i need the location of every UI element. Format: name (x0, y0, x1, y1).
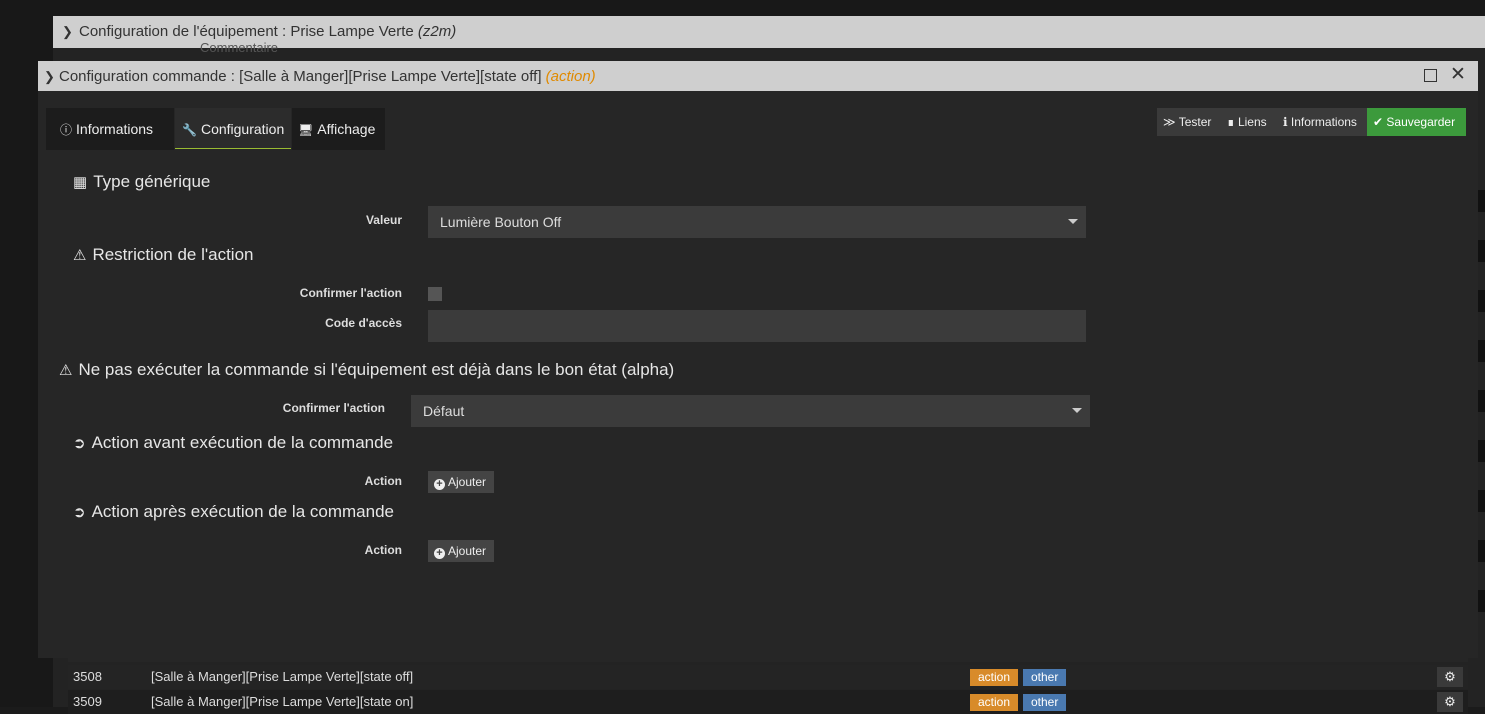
command-toolbar: ≫ Tester ∎ Liens ℹ Informations ✔ Sauveg… (1157, 108, 1466, 136)
wrench-icon: 🔧 (182, 123, 197, 137)
tab-label: Configuration (200, 121, 285, 137)
section-title-text: Action avant exécution de la commande (91, 433, 394, 452)
section-title-text: Ne pas exécuter la commande si l'équipem… (78, 360, 675, 379)
add-label: Ajouter (448, 475, 487, 489)
tab-affichage[interactable]: 🖥 Affichage (292, 108, 385, 150)
confirm-action-label: Confirmer l'action (299, 286, 402, 300)
scroll-marker (1478, 240, 1485, 262)
tab-configuration[interactable]: 🔧 Configuration (175, 108, 291, 149)
section-title-text: Type générique (93, 172, 211, 191)
section-generic-type: ▦ Type générique (73, 172, 210, 192)
plus-circle-icon: + (434, 479, 445, 490)
info-circle-icon: ⓘ (60, 123, 73, 137)
close-icon: ✕ (1450, 64, 1466, 85)
equipment-title-text: Configuration de l'équipement : Prise La… (79, 23, 418, 40)
section-action-after: ➲ Action après exécution de la commande (73, 502, 394, 522)
tab-label: Informations (76, 121, 154, 137)
generic-type-select[interactable]: Lumière Bouton Off (428, 206, 1086, 238)
add-action-after-button[interactable]: + Ajouter (428, 540, 494, 562)
action-after-label: Action (364, 543, 402, 557)
confirm-action-label-2: Confirmer l'action (282, 401, 385, 415)
section-title-text: Action après exécution de la commande (91, 502, 394, 521)
plus-circle-icon: + (434, 548, 445, 559)
maximize-button[interactable] (1422, 67, 1438, 83)
subtype-badge: other (1023, 694, 1067, 711)
close-button[interactable]: ✕ (1450, 64, 1466, 85)
equipment-title-tag: (z2m) (417, 23, 457, 40)
informations-button[interactable]: ℹ Informations (1277, 108, 1367, 136)
chevron-right-icon: ❯ (62, 24, 73, 39)
chevron-right-icon: ❯ (44, 69, 55, 84)
subtype-badge: other (1023, 669, 1067, 686)
action-before-label: Action (364, 474, 402, 488)
save-label: Sauvegarder (1386, 115, 1456, 129)
gears-icon[interactable]: ⚙ (1437, 667, 1463, 687)
warning-icon: ⚠ (59, 362, 73, 379)
scroll-marker (1478, 440, 1485, 462)
section-restriction: ⚠ Restriction de l'action (73, 245, 254, 265)
table-row[interactable]: 3508 [Salle à Manger][Prise Lampe Verte]… (68, 665, 1468, 689)
command-title-text: Configuration commande : [Salle à Manger… (59, 68, 546, 85)
section-title-text: Restriction de l'action (92, 245, 254, 264)
tab-label: Affichage (317, 121, 376, 137)
section-already-state: ⚠ Ne pas exécuter la commande si l'équipe… (59, 360, 674, 380)
row-id: 3508 (73, 669, 102, 684)
confirm-action-checkbox[interactable] (428, 287, 442, 301)
add-action-before-button[interactable]: + Ajouter (428, 471, 494, 493)
row-name: [Salle à Manger][Prise Lampe Verte][stat… (151, 694, 414, 709)
warning-icon: ⚠ (73, 247, 87, 264)
select-value: Défaut (423, 403, 465, 419)
tester-button[interactable]: ≫ Tester (1157, 108, 1221, 136)
desktop-icon: 🖥 (298, 123, 314, 137)
rss-icon: ≫ (1163, 115, 1179, 129)
gears-icon[interactable]: ⚙ (1437, 692, 1463, 712)
row-id: 3509 (73, 694, 102, 709)
ghost-comment-label: Commentaire (200, 40, 279, 55)
row-name: [Salle à Manger][Prise Lampe Verte][stat… (151, 669, 414, 684)
scroll-marker (1478, 590, 1485, 612)
scroll-marker (1478, 540, 1485, 562)
access-code-input[interactable] (428, 310, 1086, 342)
type-badge: action (970, 694, 1019, 711)
caret-down-icon (1072, 408, 1082, 413)
scroll-marker (1478, 490, 1485, 512)
scroll-marker (1478, 290, 1485, 312)
command-dialog-title[interactable]: ❯ Configuration commande : [Salle à Mang… (38, 61, 1478, 91)
access-code-label: Code d'accès (325, 316, 402, 330)
tab-informations[interactable]: ⓘ Informations (46, 108, 174, 150)
sign-out-icon: ➲ (73, 504, 86, 521)
caret-down-icon (1068, 219, 1078, 224)
command-config-dialog: ❯ Configuration commande : [Salle à Mang… (38, 61, 1478, 658)
building-icon: ▦ (73, 174, 88, 191)
scroll-marker (1478, 340, 1485, 362)
section-action-before: ➲ Action avant exécution de la commande (73, 433, 393, 453)
add-label: Ajouter (448, 544, 487, 558)
save-button[interactable]: ✔ Sauvegarder (1367, 108, 1466, 136)
check-circle-icon: ✔ (1373, 115, 1387, 129)
informations-label: Informations (1290, 115, 1357, 129)
liens-button[interactable]: ∎ Liens (1221, 108, 1277, 136)
command-title-tag: (action) (545, 68, 596, 85)
maximize-icon (1423, 69, 1437, 82)
table-row[interactable]: 3509 [Salle à Manger][Prise Lampe Verte]… (68, 690, 1468, 714)
valeur-label: Valeur (365, 213, 402, 227)
info-icon: ℹ (1283, 115, 1291, 129)
scroll-marker (1478, 390, 1485, 412)
already-state-select[interactable]: Défaut (411, 395, 1090, 427)
liens-label: Liens (1237, 115, 1267, 129)
type-badge: action (970, 669, 1019, 686)
tester-label: Tester (1178, 115, 1212, 129)
select-value: Lumière Bouton Off (440, 214, 562, 230)
link-icon: ∎ (1227, 115, 1238, 129)
scroll-marker (1478, 190, 1485, 212)
sign-out-icon: ➲ (73, 435, 86, 452)
